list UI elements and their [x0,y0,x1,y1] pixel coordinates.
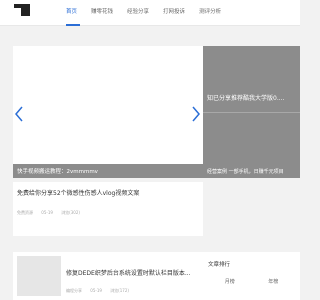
featured-card-divider [203,112,300,113]
article-thumbnail[interactable] [17,256,61,296]
active-nav-indicator [66,24,80,26]
article-title[interactable]: 修复DEDE织梦后台系统设置时默认栏目版本... [66,268,191,277]
article-date: 05-19 [90,288,102,293]
featured-card-subtitle[interactable]: 经营案例 一部手机，日赚千元项目 [207,168,284,175]
featured-side-card[interactable]: 知已分享推荐酷我大学版0.... 经营案例 一部手机，日赚千元项目 [203,46,300,178]
slider-caption-text[interactable]: 快手视频搬运教程：2vmmmmv [17,167,98,175]
slider-next-arrow-icon[interactable] [192,106,200,122]
nav-item-reviews[interactable]: 测评分析 [199,8,221,16]
tab-yearly[interactable]: 年榜 [268,278,278,290]
site-logo[interactable] [14,4,30,16]
article-author: 编程分享 [66,288,82,293]
image-slider[interactable]: 快手视频搬运教程：2vmmmmv [13,46,203,178]
tab-monthly[interactable]: 月榜 [225,278,235,290]
slider-caption-bar[interactable]: 快手视频搬运教程：2vmmmmv [13,164,203,178]
slider-prev-arrow-icon[interactable] [15,106,23,122]
article-card[interactable]: 免费给你分享52个微感性伤感人vlog视频文案 免费资源 05-19 浏览(30… [13,182,203,236]
article-views: 浏览(302) [61,210,80,215]
nav-item-home[interactable]: 首页 [66,8,77,16]
nav-item-earn-money[interactable]: 赚零花钱 [91,8,113,16]
article-meta: 免费资源 05-19 浏览(302) [17,210,87,216]
article-card[interactable]: 修复DEDE织梦后台系统设置时默认栏目版本... 编程分享 05-19 浏览(1… [13,252,203,300]
nav-item-experience[interactable]: 经验分享 [127,8,149,16]
article-date: 05-19 [41,210,53,215]
ranking-title: 文章排行 [208,262,231,268]
main-nav: 首页 赚零花钱 经验分享 打网投诉 测评分析 [66,8,235,16]
nav-item-complaints[interactable]: 打网投诉 [163,8,185,16]
ranking-tabs: 月榜 年榜 [208,278,295,290]
article-author: 免费资源 [17,210,33,215]
featured-card-title[interactable]: 知已分享推荐酷我大学版0.... [207,93,284,102]
article-meta: 编程分享 05-19 浏览(172) [66,288,136,294]
article-title[interactable]: 免费给你分享52个微感性伤感人vlog视频文案 [17,188,139,197]
top-navbar: 首页 赚零花钱 经验分享 打网投诉 测评分析 [0,0,300,26]
article-views: 浏览(172) [110,288,129,293]
article-ranking-panel: 文章排行 月榜 年榜 [203,252,300,300]
